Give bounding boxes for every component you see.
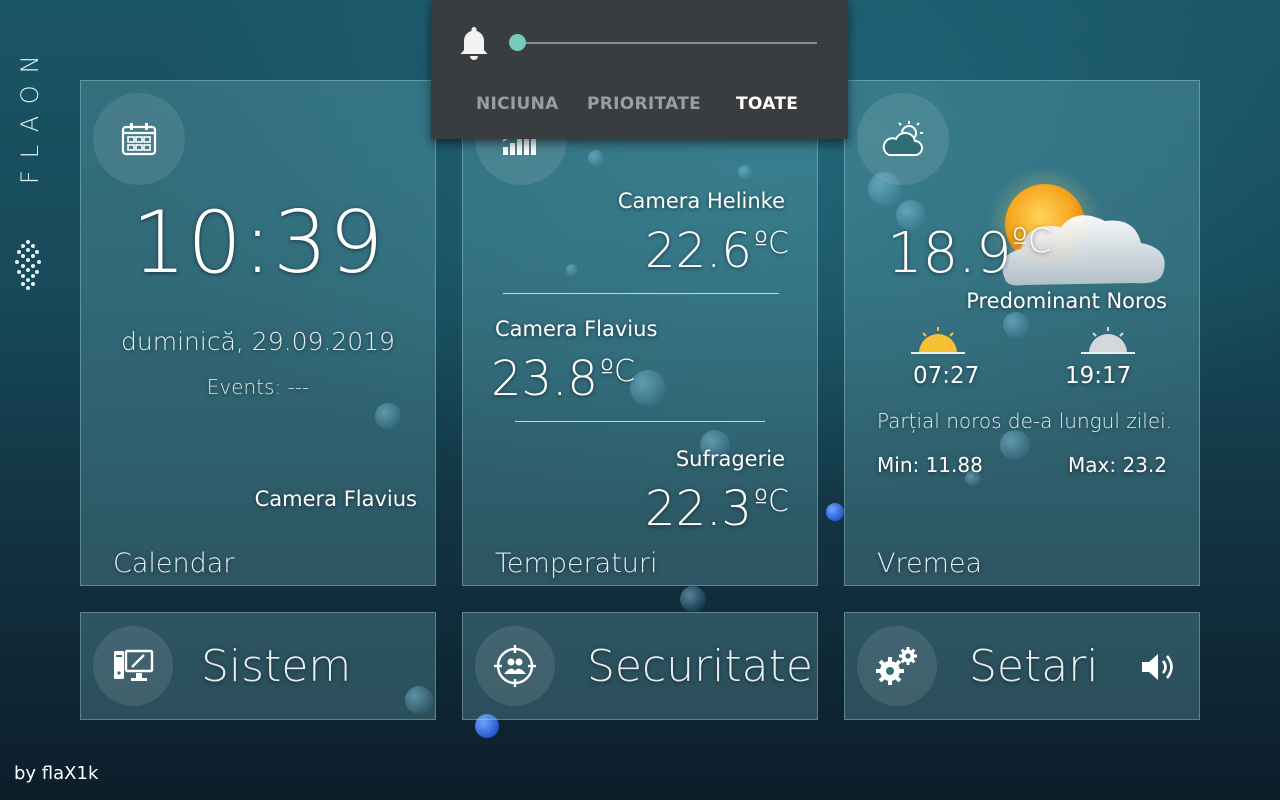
room-name-3: Sufragerie bbox=[675, 447, 785, 471]
settings-icon-circle bbox=[857, 626, 937, 706]
volume-slider-track[interactable] bbox=[517, 42, 817, 44]
temperature-title: Temperaturi bbox=[495, 548, 658, 579]
calendar-title: Calendar bbox=[113, 548, 235, 579]
room-temp-2: 23.8ºC bbox=[491, 351, 635, 407]
weather-description: Parțial noros de-a lungul zilei. bbox=[877, 409, 1173, 433]
notif-option-none[interactable]: NICIUNA bbox=[476, 94, 559, 114]
sunrise-time: 07:27 bbox=[913, 363, 980, 389]
security-label: Securitate bbox=[587, 641, 813, 692]
brand-logo: FLAON bbox=[12, 14, 44, 290]
current-date: duminică, 29.09.2019 bbox=[121, 327, 395, 356]
security-icon-circle bbox=[475, 626, 555, 706]
weather-icon-circle bbox=[857, 93, 949, 185]
brand-name: FLAON bbox=[16, 43, 44, 185]
weather-condition: Predominant Noros bbox=[966, 289, 1167, 313]
divider-1 bbox=[503, 293, 779, 294]
partly-cloudy-icon bbox=[882, 121, 923, 156]
calendar-room: Camera Flavius bbox=[254, 487, 417, 511]
calendar-icon-circle bbox=[93, 93, 185, 185]
weather-max: Max: 23.2 bbox=[1068, 453, 1167, 477]
notif-option-all[interactable]: TOATE bbox=[736, 94, 798, 114]
sunset-time: 19:17 bbox=[1065, 363, 1132, 389]
system-icon-circle bbox=[93, 626, 173, 706]
temperature-tile[interactable]: Camera Helinke 22.6ºC Camera Flavius 23.… bbox=[462, 80, 818, 586]
system-tile[interactable]: Sistem bbox=[80, 612, 436, 720]
sunrise-icon bbox=[911, 327, 965, 354]
credit-text: by flaX1k bbox=[14, 763, 99, 784]
notif-option-priority[interactable]: PRIORITATE bbox=[587, 94, 701, 114]
settings-tile[interactable]: Setari bbox=[844, 612, 1200, 720]
events-label: Events: --- bbox=[206, 375, 310, 399]
logo-mark-icon bbox=[15, 240, 41, 290]
room-name-1: Camera Helinke bbox=[617, 189, 785, 213]
sunset-icon bbox=[1081, 327, 1135, 354]
calendar-icon bbox=[121, 123, 157, 156]
security-target-icon bbox=[494, 645, 536, 687]
bell-icon bbox=[460, 27, 488, 60]
system-label: Sistem bbox=[201, 641, 352, 692]
volume-icon[interactable] bbox=[1139, 651, 1179, 683]
computer-icon bbox=[114, 649, 154, 681]
weather-tile[interactable]: 18.9ºC Predominant Noros 07:27 19:17 Par… bbox=[844, 80, 1200, 586]
divider-2 bbox=[515, 421, 765, 422]
calendar-tile[interactable]: 10:39 duminică, 29.09.2019 Events: --- C… bbox=[80, 80, 436, 586]
weather-temp: 18.9ºC bbox=[887, 221, 1052, 286]
notification-panel: NICIUNA PRIORITATE TOATE bbox=[431, 0, 848, 139]
clock-time: 10:39 bbox=[131, 193, 385, 293]
weather-min: Min: 11.88 bbox=[877, 453, 983, 477]
weather-title: Vremea bbox=[877, 548, 983, 579]
room-name-2: Camera Flavius bbox=[495, 317, 658, 341]
security-tile[interactable]: Securitate bbox=[462, 612, 818, 720]
gears-icon bbox=[876, 647, 917, 685]
settings-label: Setari bbox=[969, 641, 1099, 692]
room-temp-1: 22.6ºC bbox=[645, 223, 789, 279]
room-temp-3: 22.3ºC bbox=[645, 481, 789, 537]
volume-slider-thumb[interactable] bbox=[509, 34, 526, 51]
